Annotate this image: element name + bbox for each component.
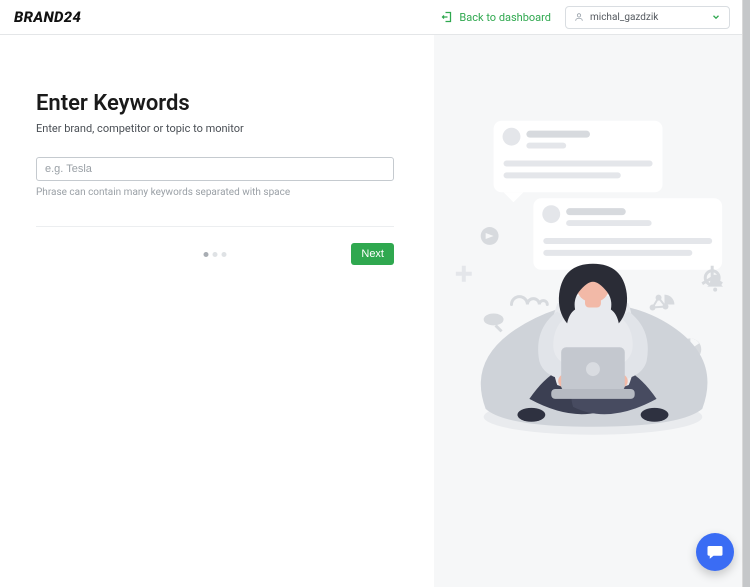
- step-dot-1: [204, 252, 209, 257]
- user-icon: [574, 12, 584, 22]
- keyword-input[interactable]: [36, 157, 394, 181]
- step-dot-2: [213, 252, 218, 257]
- exit-icon: [441, 11, 453, 23]
- divider: [36, 226, 394, 227]
- next-button[interactable]: Next: [351, 243, 394, 265]
- step-row: Next: [36, 243, 394, 265]
- form-panel: Enter Keywords Enter brand, competitor o…: [0, 35, 434, 587]
- page-subtitle: Enter brand, competitor or topic to moni…: [36, 122, 398, 135]
- username-label: michal_gazdzik: [590, 12, 658, 23]
- header-right: Back to dashboard michal_gazdzik: [441, 6, 730, 29]
- step-dot-3: [222, 252, 227, 257]
- body: Enter Keywords Enter brand, competitor o…: [0, 35, 742, 587]
- user-dropdown[interactable]: michal_gazdzik: [565, 6, 730, 29]
- back-link-label: Back to dashboard: [459, 11, 551, 24]
- scrollbar-thumb[interactable]: [743, 0, 750, 587]
- chat-launcher[interactable]: [696, 533, 734, 571]
- app-header: BRAND24 Back to dashboard michal_gazdzik: [0, 0, 742, 35]
- step-dots: [204, 252, 227, 257]
- chat-icon: [706, 543, 724, 561]
- back-to-dashboard-link[interactable]: Back to dashboard: [441, 11, 551, 24]
- brand-logo: BRAND24: [14, 8, 81, 26]
- illustration-panel: [434, 35, 742, 587]
- illustration: [434, 81, 742, 459]
- page-title: Enter Keywords: [36, 91, 398, 116]
- keyword-hint: Phrase can contain many keywords separat…: [36, 187, 398, 198]
- chevron-down-icon: [711, 12, 721, 22]
